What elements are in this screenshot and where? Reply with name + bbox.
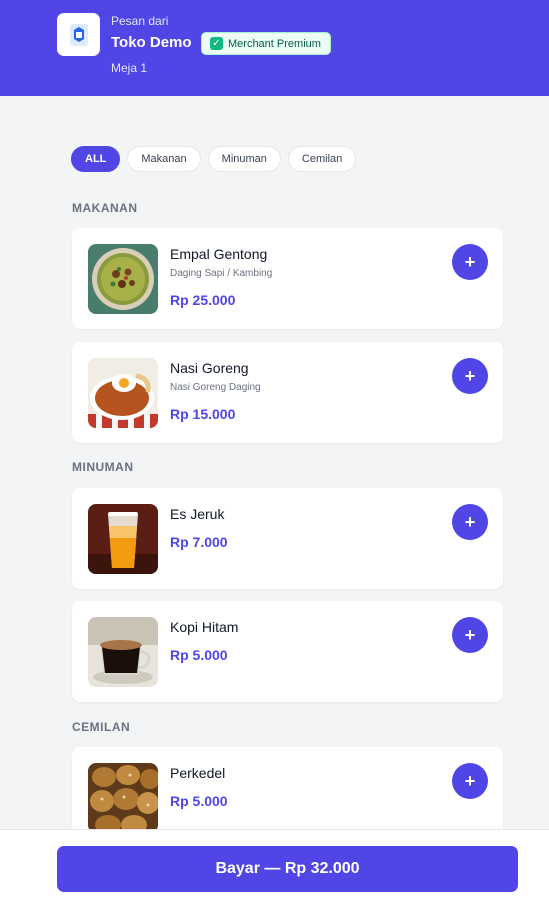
plus-icon: + bbox=[464, 252, 476, 272]
empal-gentong-image bbox=[88, 244, 158, 314]
section-title-makanan: MAKANAN bbox=[72, 201, 138, 215]
pay-button[interactable]: Bayar — Rp 32.000 bbox=[57, 846, 518, 892]
item-description: Daging Sapi / Kambing bbox=[170, 268, 273, 279]
plus-icon: + bbox=[464, 625, 476, 645]
item-name: Es Jeruk bbox=[170, 506, 225, 522]
es-jeruk-image bbox=[88, 504, 158, 574]
item-price: Rp 5.000 bbox=[170, 647, 228, 663]
header: Pesan dari Toko Demo ✓ Merchant Premium … bbox=[0, 0, 549, 96]
section-title-minuman: MINUMAN bbox=[72, 460, 134, 474]
kopi-hitam-image bbox=[88, 617, 158, 687]
filter-chip-all[interactable]: ALL bbox=[71, 146, 121, 172]
merchant-badge: ✓ Merchant Premium bbox=[201, 32, 331, 55]
section-title-cemilan: CEMILAN bbox=[72, 720, 131, 734]
add-to-cart-button[interactable]: + bbox=[452, 763, 488, 799]
plus-icon: + bbox=[464, 366, 476, 386]
perkedel-image bbox=[88, 763, 158, 833]
add-to-cart-button[interactable]: + bbox=[452, 504, 488, 540]
store-name: Toko Demo bbox=[111, 34, 192, 51]
menu-item-card[interactable]: Kopi Hitam Rp 5.000 + bbox=[72, 601, 503, 702]
store-logo-icon bbox=[69, 23, 88, 46]
item-name: Nasi Goreng bbox=[170, 360, 249, 376]
filter-chip-cemilan[interactable]: Cemilan bbox=[287, 146, 357, 172]
table-number: Meja 1 bbox=[111, 61, 148, 75]
item-price: Rp 15.000 bbox=[170, 406, 236, 422]
store-logo bbox=[57, 13, 100, 56]
item-price: Rp 25.000 bbox=[170, 292, 236, 308]
item-name: Perkedel bbox=[170, 765, 226, 781]
nasi-goreng-image bbox=[88, 358, 158, 428]
plus-icon: + bbox=[464, 512, 476, 532]
badge-label: Merchant Premium bbox=[228, 37, 321, 50]
item-description: Nasi Goreng Daging bbox=[170, 382, 261, 393]
plus-icon: + bbox=[464, 771, 476, 791]
item-name: Kopi Hitam bbox=[170, 619, 239, 635]
item-price: Rp 5.000 bbox=[170, 793, 228, 809]
add-to-cart-button[interactable]: + bbox=[452, 617, 488, 653]
category-filter-bar: ALL Makanan Minuman Cemilan bbox=[71, 146, 357, 172]
menu-item-card[interactable]: Es Jeruk Rp 7.000 + bbox=[72, 488, 503, 589]
filter-chip-makanan[interactable]: Makanan bbox=[127, 146, 201, 172]
add-to-cart-button[interactable]: + bbox=[452, 244, 488, 280]
header-subtitle: Pesan dari bbox=[111, 14, 169, 28]
item-name: Empal Gentong bbox=[170, 246, 268, 262]
menu-item-card[interactable]: Nasi Goreng Nasi Goreng Daging Rp 15.000… bbox=[72, 342, 503, 443]
check-icon: ✓ bbox=[210, 37, 223, 50]
filter-chip-minuman[interactable]: Minuman bbox=[207, 146, 281, 172]
checkout-bar: Bayar — Rp 32.000 bbox=[0, 829, 549, 902]
menu-item-card[interactable]: Empal Gentong Daging Sapi / Kambing Rp 2… bbox=[72, 228, 503, 329]
add-to-cart-button[interactable]: + bbox=[452, 358, 488, 394]
item-price: Rp 7.000 bbox=[170, 534, 228, 550]
